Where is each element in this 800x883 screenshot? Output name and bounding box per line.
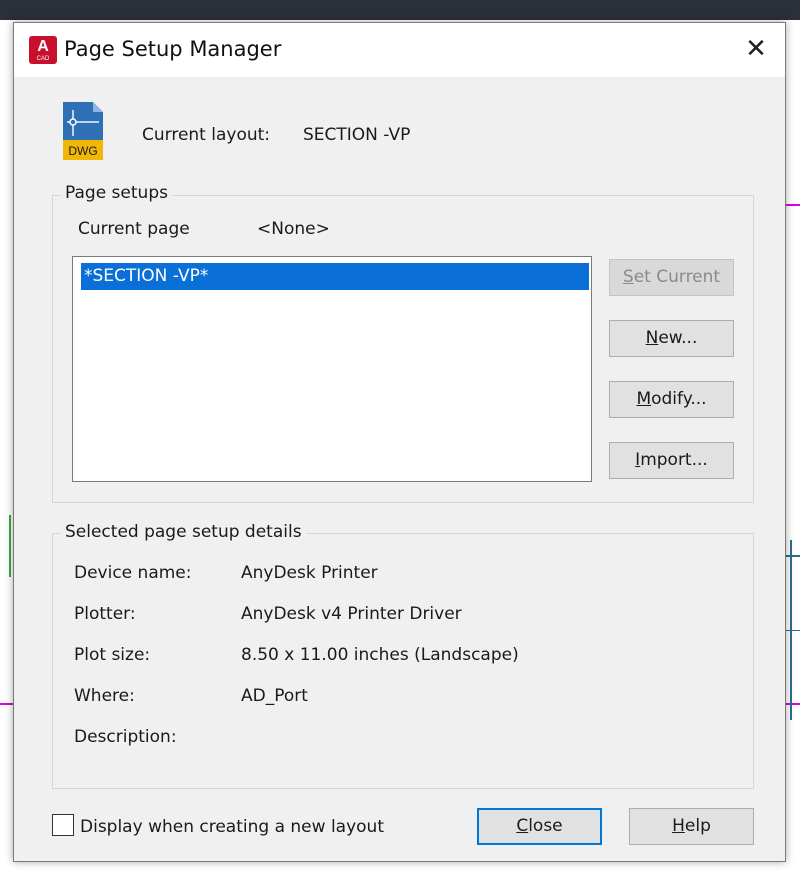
help-mnemonic: H xyxy=(672,816,685,836)
where-label: Where: xyxy=(74,686,135,706)
description-label: Description: xyxy=(74,727,177,747)
drawing-line xyxy=(786,555,800,557)
page-setups-list[interactable]: *SECTION -VP* xyxy=(72,256,592,482)
app-icon-sub-label: CAD xyxy=(36,56,50,62)
dialog-title: Page Setup Manager xyxy=(64,37,282,61)
close-label: lose xyxy=(528,816,563,836)
plotter-label: Plotter: xyxy=(74,604,136,624)
display-when-creating-label[interactable]: Display when creating a new layout xyxy=(80,817,384,837)
current-page-label: Current page xyxy=(78,219,190,239)
title-bar: A CAD Page Setup Manager ✕ xyxy=(14,23,785,77)
device-name-label: Device name: xyxy=(74,563,192,583)
drawing-line xyxy=(9,515,11,577)
close-mnemonic: C xyxy=(516,816,529,836)
current-layout-label: Current layout: xyxy=(142,125,271,145)
new-button[interactable]: New... xyxy=(609,320,734,357)
set-current-mnemonic: S xyxy=(622,267,634,287)
close-icon[interactable]: ✕ xyxy=(736,31,776,69)
dwg-file-icon: DWG xyxy=(63,102,103,160)
current-layout-value: SECTION -VP xyxy=(303,125,411,145)
app-icon-letter: A xyxy=(37,38,49,55)
page-setup-manager-dialog: A CAD Page Setup Manager ✕ DWG Current l… xyxy=(13,22,786,862)
list-item[interactable]: *SECTION -VP* xyxy=(81,263,589,290)
new-label: ew... xyxy=(658,328,698,348)
app-top-bar xyxy=(0,0,800,20)
plotter-value: AnyDesk v4 Printer Driver xyxy=(241,604,462,624)
autocad-app-icon: A CAD xyxy=(29,36,57,64)
close-button[interactable]: Close xyxy=(477,808,602,845)
drawing-line xyxy=(786,204,800,206)
help-label: elp xyxy=(684,816,711,836)
page-setups-title: Page setups xyxy=(61,183,172,203)
new-mnemonic: N xyxy=(645,328,659,348)
plot-size-value: 8.50 x 11.00 inches (Landscape) xyxy=(241,645,519,665)
plot-size-label: Plot size: xyxy=(74,645,151,665)
details-title: Selected page setup details xyxy=(61,522,306,542)
modify-button[interactable]: Modify... xyxy=(609,381,734,418)
import-button[interactable]: Import... xyxy=(609,442,734,479)
current-page-value: <None> xyxy=(257,219,330,239)
device-name-value: AnyDesk Printer xyxy=(241,563,378,583)
set-current-button[interactable]: Set Current xyxy=(609,259,734,296)
modify-mnemonic: M xyxy=(636,389,652,409)
dwg-icon-caption: DWG xyxy=(68,144,97,158)
drawing-line xyxy=(0,703,13,705)
import-label: mport... xyxy=(640,450,708,470)
drawing-line xyxy=(786,630,800,631)
help-button[interactable]: Help xyxy=(629,808,754,845)
set-current-label: et Current xyxy=(633,267,721,287)
display-when-creating-checkbox[interactable] xyxy=(52,814,74,836)
where-value: AD_Port xyxy=(241,686,308,706)
drawing-line xyxy=(786,703,800,705)
modify-label: odify... xyxy=(651,389,707,409)
